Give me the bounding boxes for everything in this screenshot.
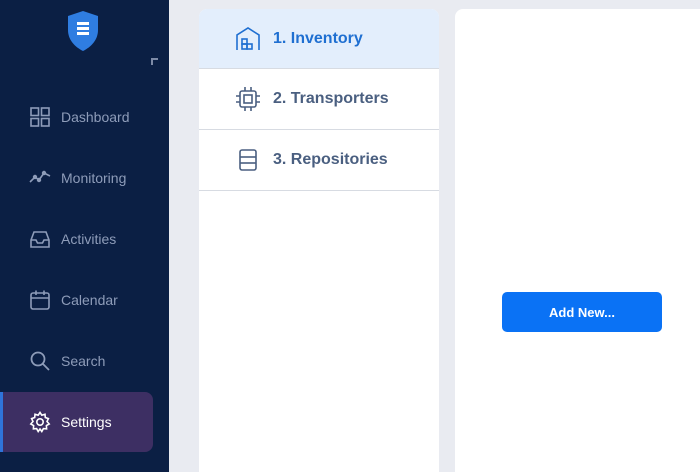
step-inventory[interactable]: 1. Inventory	[199, 9, 439, 69]
sidebar-item-activities[interactable]: Activities	[0, 209, 153, 269]
step-label: 3. Repositories	[273, 151, 388, 168]
warehouse-icon	[235, 26, 261, 52]
gear-icon	[29, 411, 51, 433]
sidebar-item-monitoring[interactable]: Monitoring	[0, 148, 153, 208]
search-icon	[29, 350, 51, 372]
sidebar-item-label: Calendar	[61, 292, 118, 308]
storage-icon	[235, 147, 261, 173]
sidebar-item-label: Monitoring	[61, 170, 127, 186]
step-label: 1. Inventory	[273, 29, 363, 47]
sidebar-item-calendar[interactable]: Calendar	[0, 270, 153, 330]
sidebar-item-label: Activities	[61, 231, 117, 247]
grid-icon	[29, 106, 51, 128]
sidebar-item-search[interactable]: Search	[0, 331, 153, 391]
step-transporters[interactable]: 2. Transporters	[199, 69, 439, 130]
shield-logo-icon[interactable]	[66, 10, 100, 52]
collapse-sidebar-icon[interactable]	[151, 58, 158, 65]
steps-panel: 1. Inventory 2. Transporters 3. Reposito…	[199, 9, 439, 472]
activity-line-icon	[29, 167, 51, 189]
step-label: 2. Transporters	[273, 90, 389, 107]
step-repositories[interactable]: 3. Repositories	[199, 130, 439, 191]
content-panel	[455, 9, 700, 472]
sidebar-item-label: Settings	[61, 414, 112, 430]
sidebar-item-label: Search	[61, 353, 106, 369]
sidebar: Dashboard Monitoring Activities Calendar…	[0, 0, 169, 472]
sidebar-item-settings[interactable]: Settings	[0, 392, 153, 452]
inbox-icon	[29, 228, 51, 250]
chip-icon	[235, 86, 261, 112]
calendar-icon	[29, 289, 51, 311]
sidebar-item-label: Dashboard	[61, 109, 130, 125]
sidebar-item-dashboard[interactable]: Dashboard	[0, 87, 153, 147]
add-new-button[interactable]: Add New...	[502, 292, 662, 332]
